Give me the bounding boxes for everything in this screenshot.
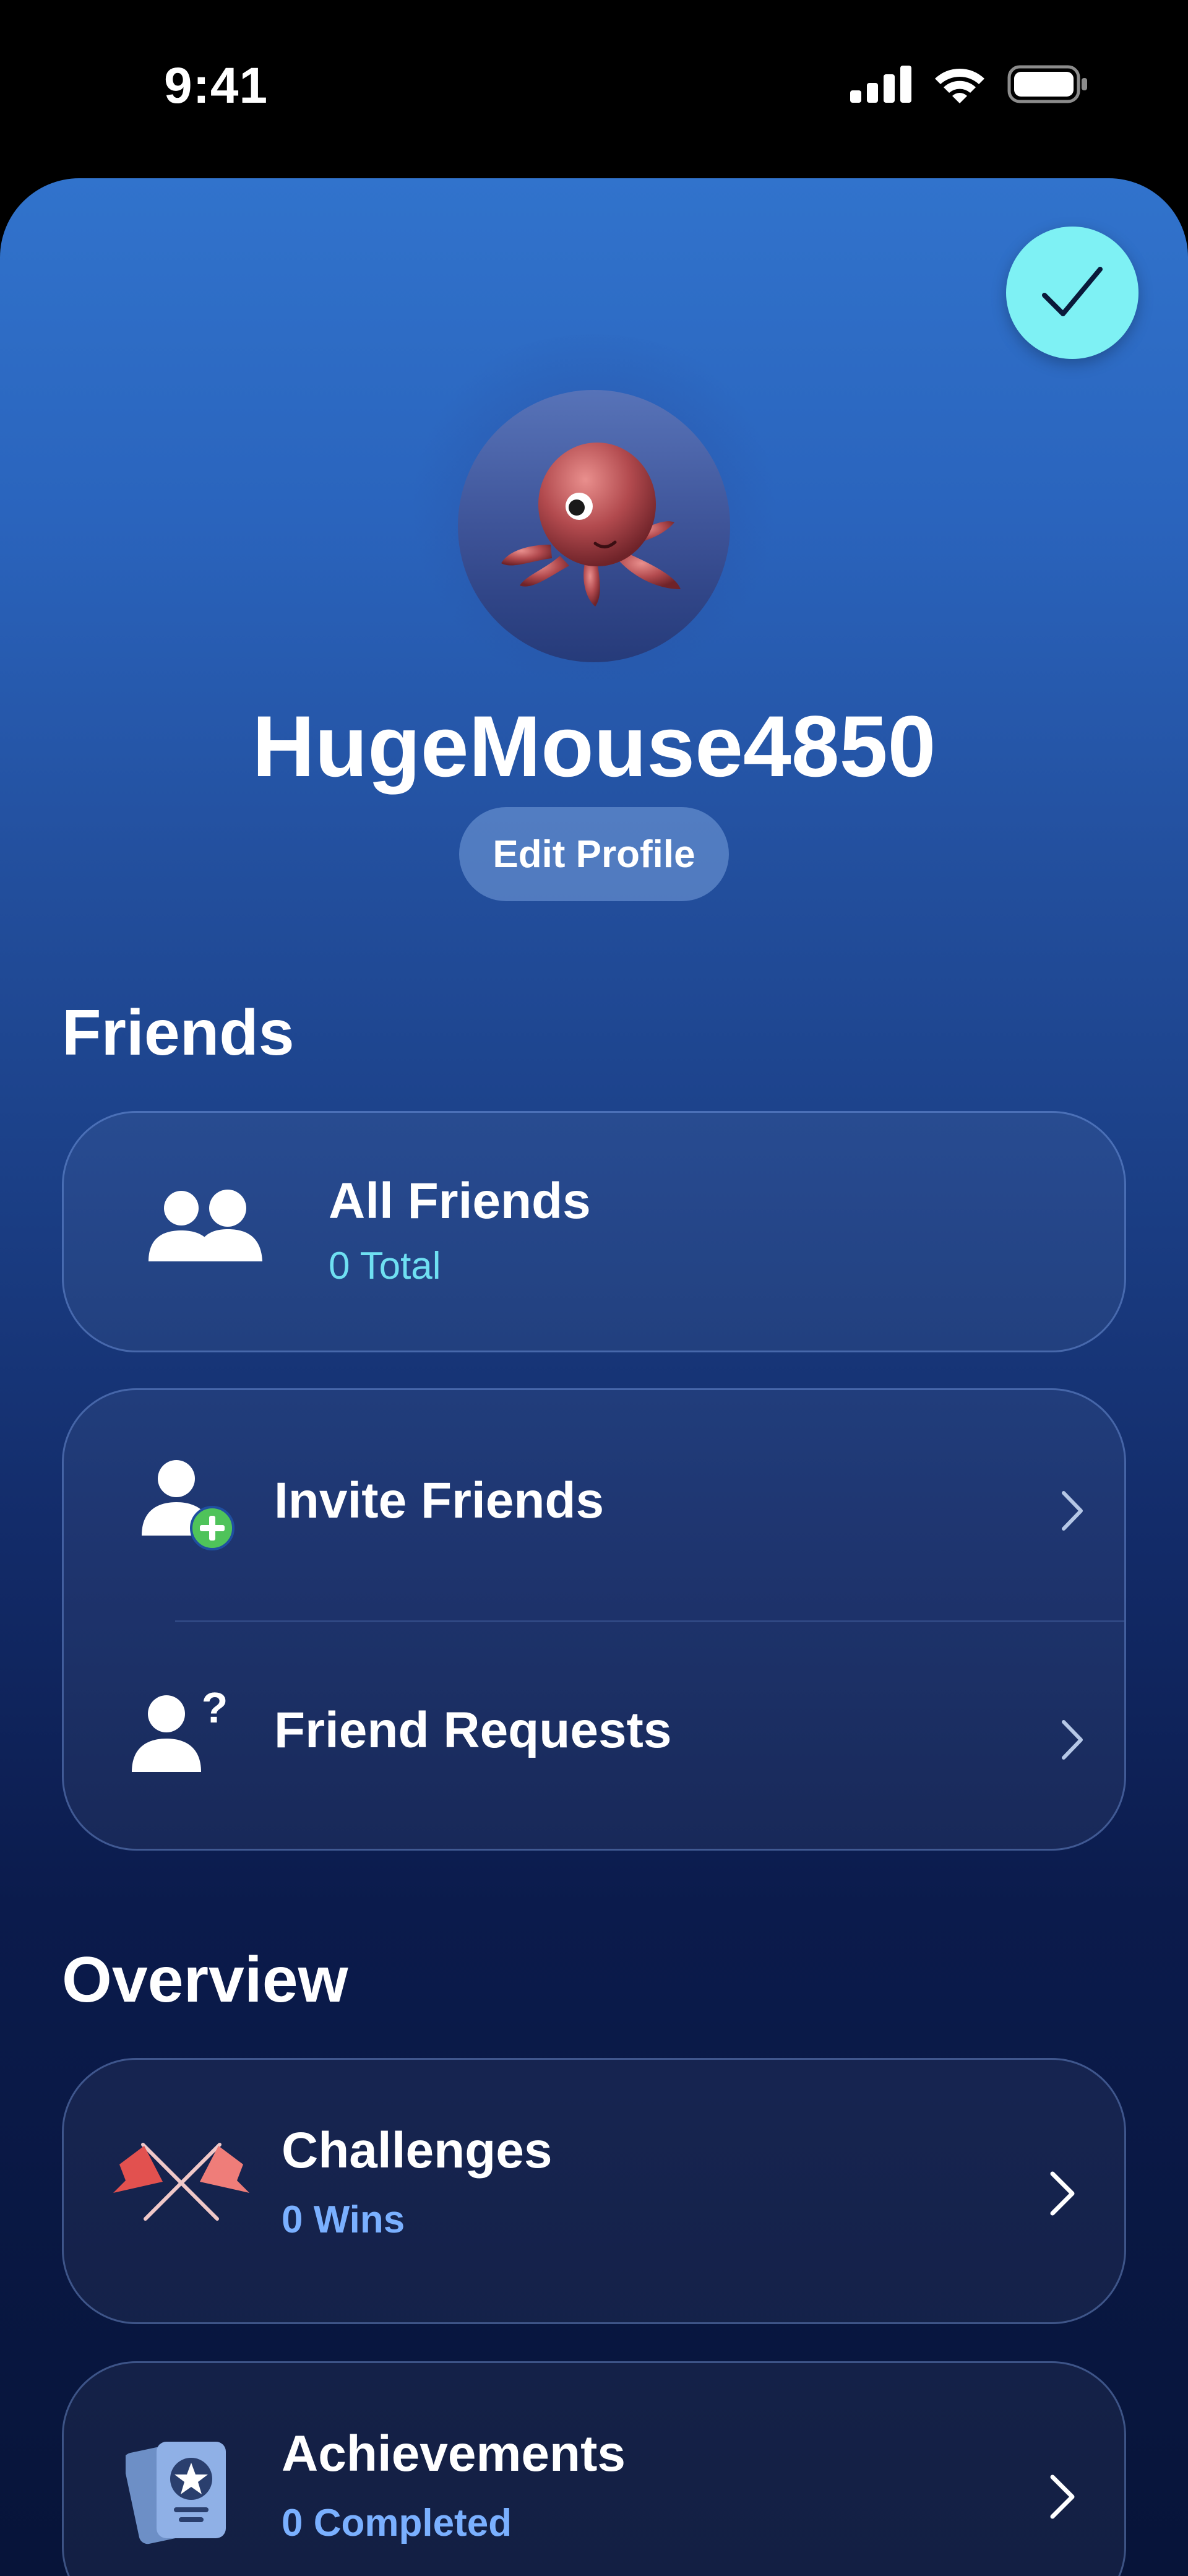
- achievements-label: Achievements: [282, 2426, 626, 2482]
- username: HugeMouse4850: [252, 698, 936, 795]
- avatar[interactable]: [458, 390, 730, 662]
- all-friends-count: 0 Total: [329, 1245, 441, 1287]
- all-friends-label: All Friends: [329, 1173, 591, 1229]
- achievements-sub: 0 Completed: [282, 2502, 512, 2544]
- achievement-cards-icon: [126, 2442, 226, 2544]
- friend-requests-label: Friend Requests: [274, 1702, 672, 1758]
- crossed-flags-icon: [113, 2143, 249, 2221]
- friends-actions-card: Invite Friends ? Friend Requests: [62, 1388, 1126, 1851]
- svg-text:?: ?: [202, 1685, 228, 1732]
- challenges-sub: 0 Wins: [282, 2198, 405, 2241]
- challenges-card[interactable]: Challenges 0 Wins: [62, 2058, 1126, 2324]
- octopus-avatar-icon: [501, 443, 681, 607]
- chevron-right-icon: [1050, 2474, 1075, 2519]
- done-button[interactable]: [1006, 227, 1138, 359]
- achievements-card[interactable]: Achievements 0 Completed: [62, 2361, 1126, 2576]
- status-icons: [850, 65, 1089, 103]
- cellular-signal-icon: [850, 66, 911, 103]
- checkmark-icon: [1042, 267, 1103, 316]
- add-user-icon: [142, 1460, 235, 1550]
- status-bar: 9:41: [0, 0, 1188, 178]
- friend-requests-row[interactable]: ? Friend Requests: [64, 1622, 1124, 1852]
- battery-icon: [1007, 65, 1087, 103]
- friends-icon: [148, 1190, 262, 1261]
- chevron-right-icon: [1062, 1491, 1083, 1531]
- chevron-right-icon: [1062, 1720, 1083, 1760]
- profile-screen: 9:41 HugeMouse4850 Edit Profile Friends …: [0, 0, 1188, 2576]
- challenges-label: Challenges: [282, 2122, 553, 2179]
- status-time: 9:41: [164, 58, 269, 114]
- invite-friends-label: Invite Friends: [274, 1472, 605, 1529]
- chevron-right-icon: [1050, 2171, 1075, 2216]
- friend-request-icon: ?: [132, 1685, 228, 1772]
- invite-friends-row[interactable]: Invite Friends: [64, 1390, 1124, 1620]
- overview-section-title: Overview: [62, 1944, 348, 2016]
- all-friends-card[interactable]: All Friends 0 Total: [62, 1111, 1126, 1352]
- edit-profile-button[interactable]: Edit Profile: [459, 807, 729, 901]
- friends-section-title: Friends: [62, 997, 295, 1069]
- wifi-icon: [935, 69, 984, 103]
